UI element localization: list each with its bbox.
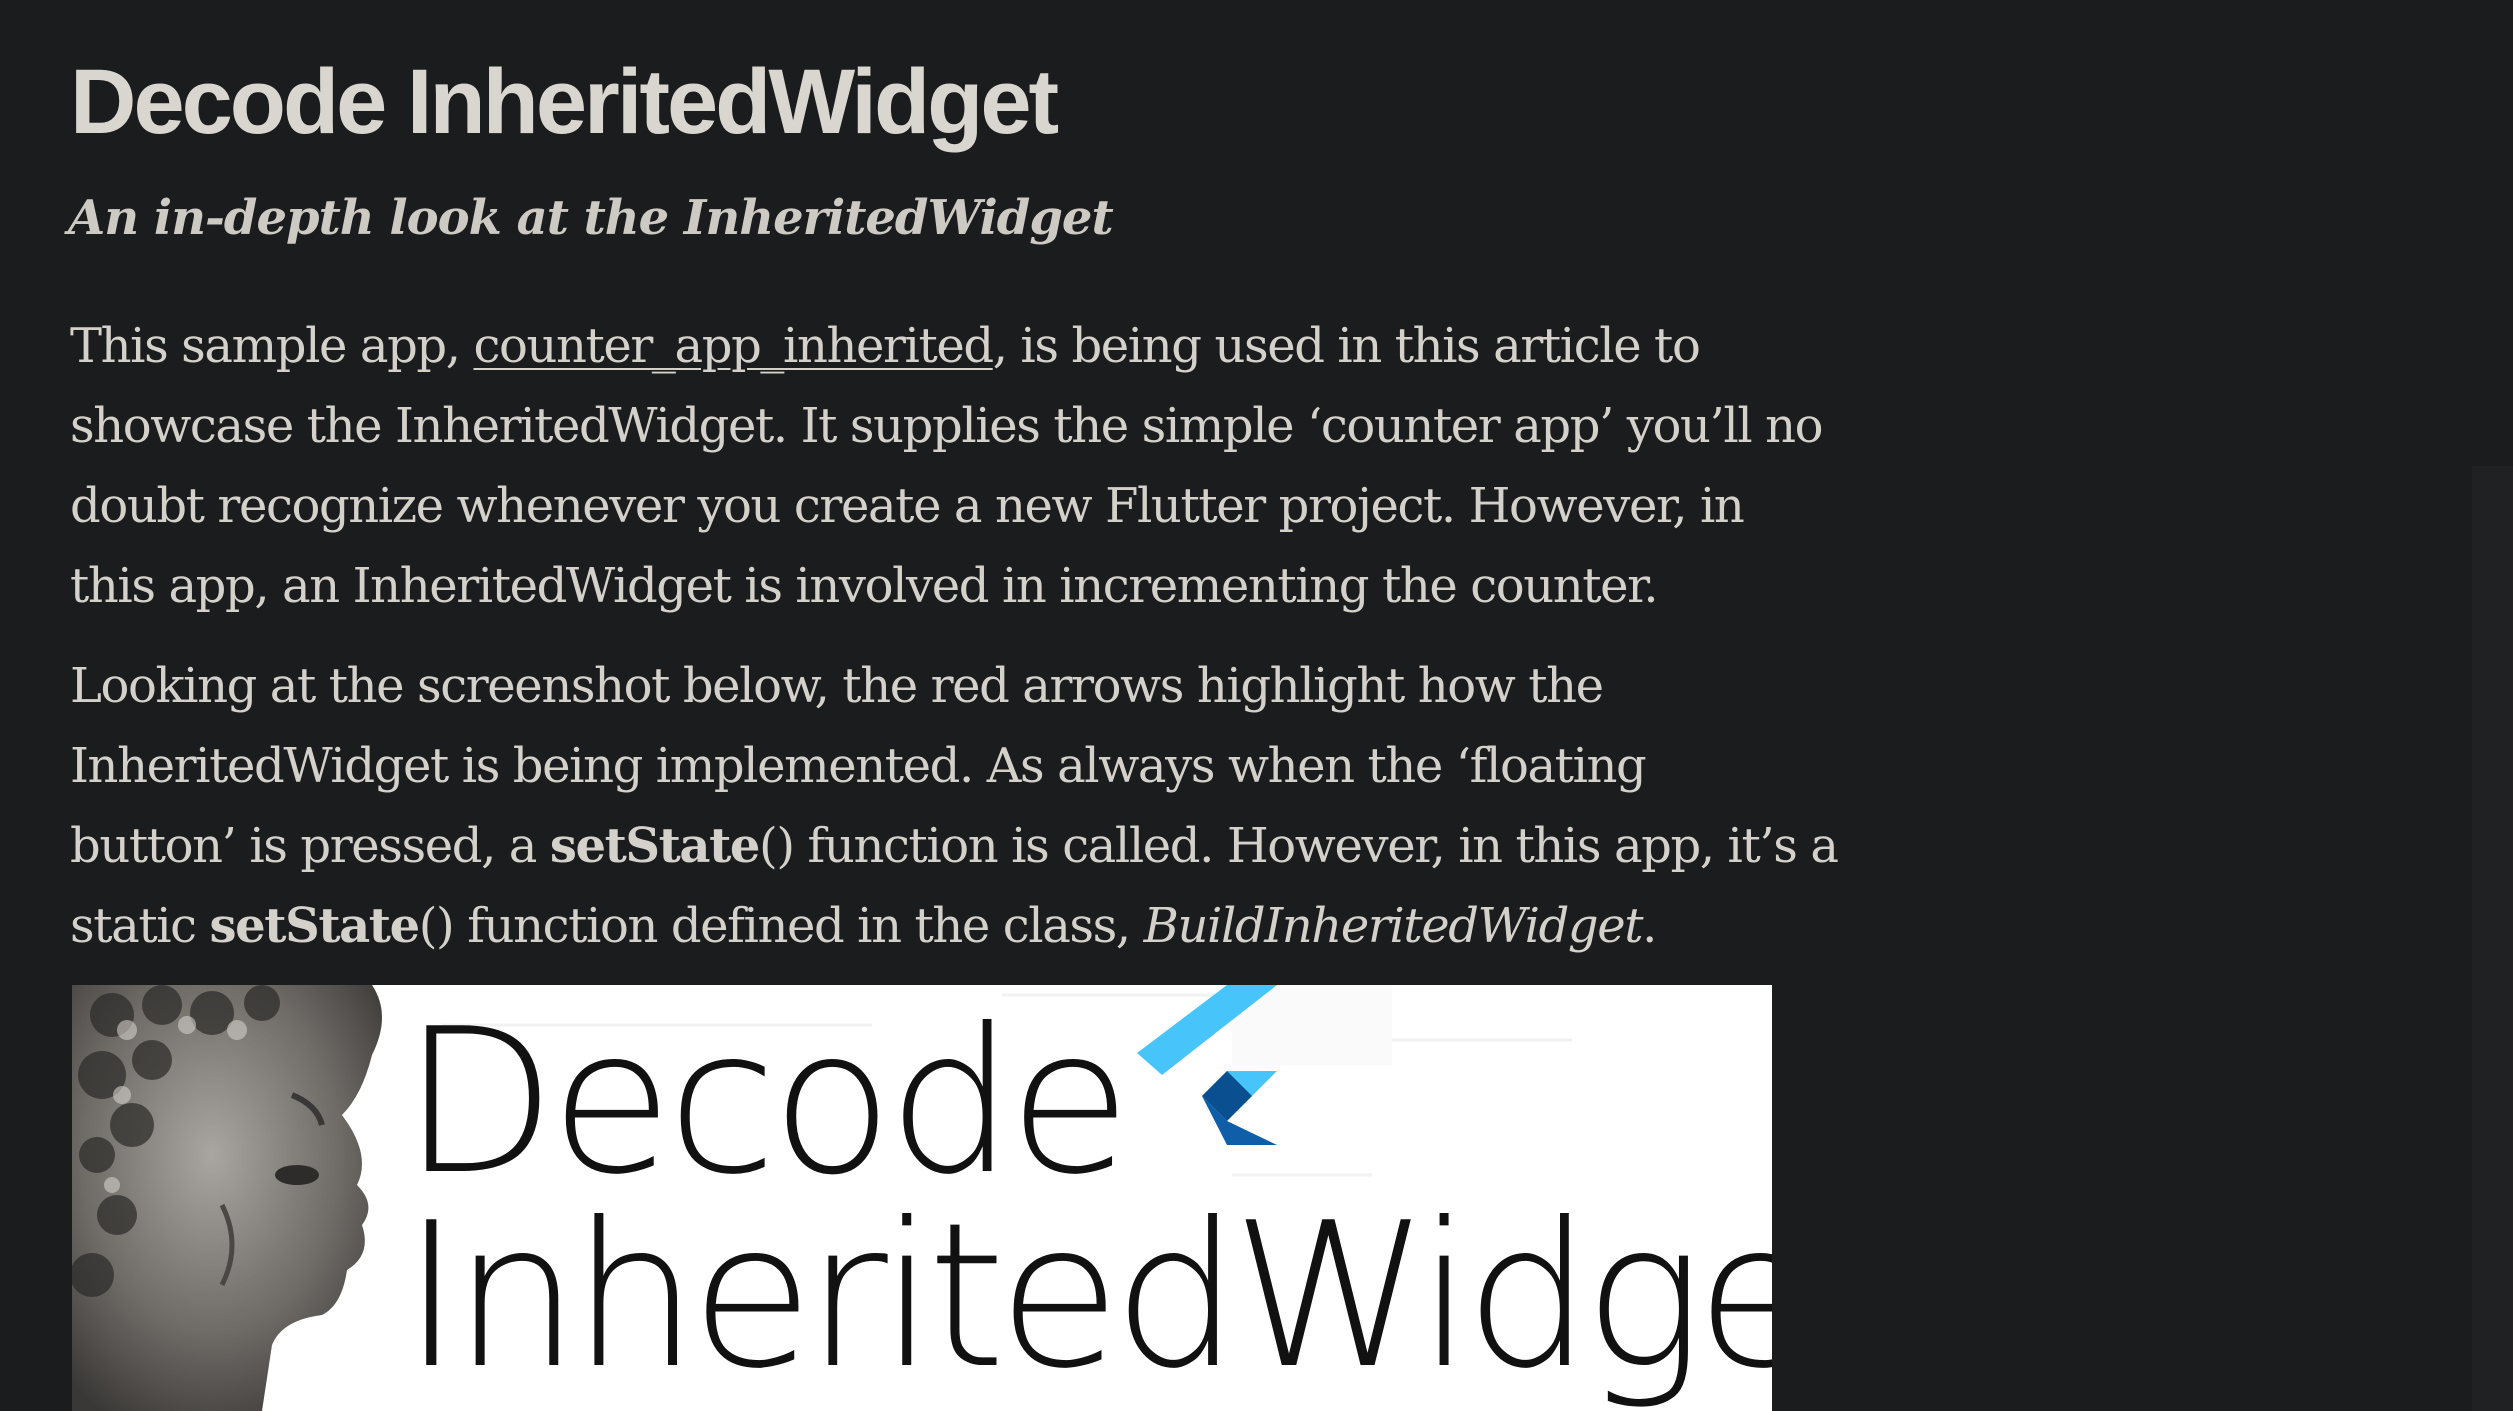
text-segment: This sample app,: [70, 318, 474, 374]
paragraph-line: InheritedWidget is being implemented. As…: [70, 738, 1647, 794]
paragraph-line: showcase the InheritedWidget. It supplie…: [70, 398, 1824, 454]
article-subtitle: An in-depth look at the InheritedWidget: [68, 190, 1114, 246]
text-segment: button’ is pressed, a: [70, 818, 550, 874]
text-segment: , is being used in this article to: [992, 318, 1701, 374]
david-bust-icon: [72, 985, 382, 1411]
paragraph-line: This sample app, counter_app_inherited, …: [70, 306, 1790, 386]
hero-word-inheritedwidget: InheritedWidget: [402, 1180, 1772, 1411]
page: Decode InheritedWidget An in-depth look …: [0, 0, 2513, 1411]
hero-word-decode: Decode: [402, 986, 1131, 1219]
paragraph-line: button’ is pressed, a setState() functio…: [70, 806, 1839, 886]
flutter-logo-icon: [1137, 985, 1277, 1145]
paragraph-line: static setState() function defined in th…: [70, 886, 1790, 966]
text-segment: .: [1642, 898, 1657, 954]
paragraph-line: doubt recognize whenever you create a ne…: [70, 478, 1745, 534]
paragraph-line: Looking at the screenshot below, the red…: [70, 658, 1604, 714]
text-segment: () function is called. However, in this …: [759, 818, 1839, 874]
text-segment: () function defined in the class,: [418, 898, 1144, 954]
paragraph-intro: This sample app, counter_app_inherited, …: [70, 306, 1824, 626]
counter-app-inherited-link[interactable]: counter_app_inherited: [473, 318, 994, 374]
class-name-buildinheritedwidget: BuildInheritedWidget: [1143, 898, 1644, 954]
article-title: Decode InheritedWidget: [70, 51, 1059, 153]
code-term-setstate: setState: [209, 898, 421, 954]
paragraph-screenshot-explanation: Looking at the screenshot below, the red…: [70, 646, 1839, 966]
code-term-setstate: setState: [549, 818, 761, 874]
text-segment: static: [70, 898, 210, 954]
paragraph-line: this app, an InheritedWidget is involved…: [70, 558, 1659, 614]
scrollbar-track[interactable]: [2472, 466, 2513, 1411]
hero-image: Decode InheritedWidget: [72, 985, 1772, 1411]
